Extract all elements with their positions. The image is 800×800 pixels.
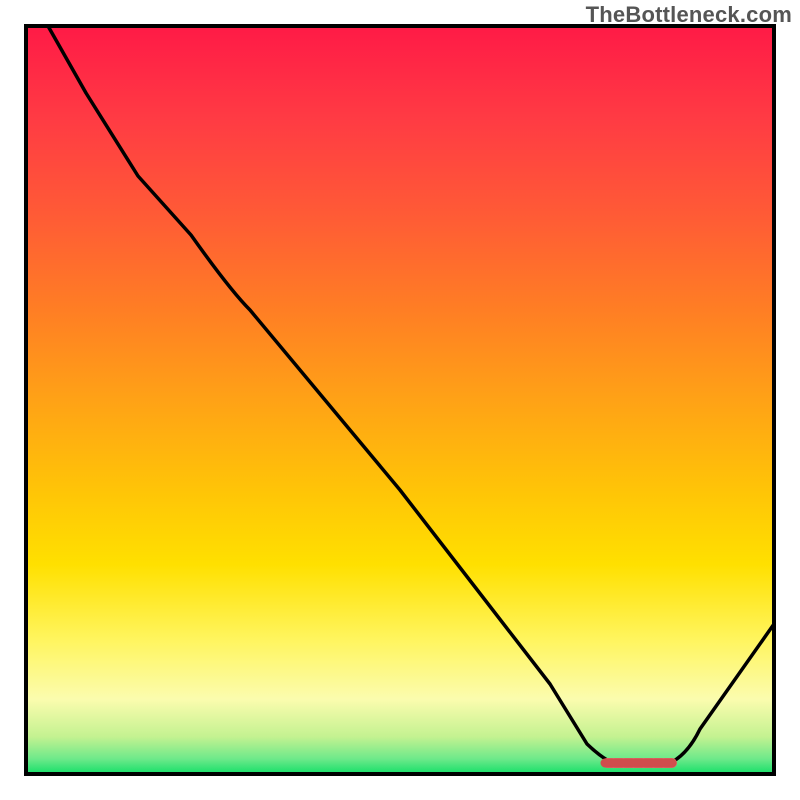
bottleneck-chart	[0, 0, 800, 800]
chart-container: TheBottleneck.com	[0, 0, 800, 800]
plot-background	[26, 26, 774, 774]
watermark-text: TheBottleneck.com	[586, 2, 792, 28]
